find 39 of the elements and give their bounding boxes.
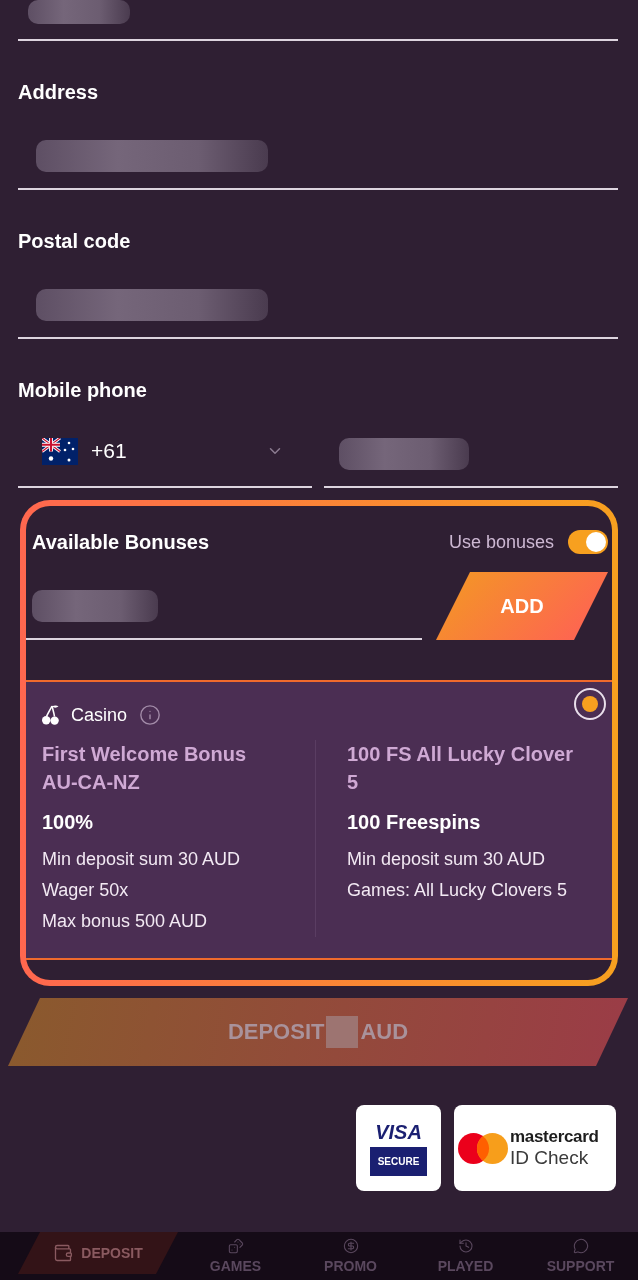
history-icon <box>457 1238 474 1254</box>
offer-amount: 100 Freespins <box>347 810 481 835</box>
offer-title: 100 FS All Lucky Clover 5 <box>347 742 574 795</box>
badge-brand: VISA <box>375 1120 422 1143</box>
field-label: Address <box>18 80 100 104</box>
nav-tab[interactable]: PLAYED <box>408 1232 523 1280</box>
badge-caption: ID Check <box>510 1147 590 1169</box>
input-field[interactable] <box>18 0 618 41</box>
nav-tab[interactable]: GAMES <box>178 1232 293 1280</box>
field-label: Mobile phone <box>18 378 148 402</box>
section-title: Available Bonuses <box>32 530 210 554</box>
offer-detail: Min deposit sum 30 AUD <box>42 848 241 871</box>
category-label: Casino <box>71 704 128 726</box>
bonus-radio[interactable] <box>574 688 606 720</box>
chat-bubble-icon <box>572 1238 589 1254</box>
bonus-card[interactable]: Casino First Welcome Bonus AU-CA-NZ 100% Min deposit sum 30 AUD Wager 50x Max bonus 500 AUD 100 FS All Lucky Clover 5 100 Freespins Min deposit sum 30 AUD Games: All Lucky Clovers 5 <box>26 680 612 960</box>
use-bonuses-toggle[interactable] <box>568 530 608 554</box>
wallet-icon <box>53 1243 74 1263</box>
country-code-select[interactable]: +61 <box>18 402 312 488</box>
toggle-label: Use bonuses <box>448 531 554 553</box>
offer-detail: Min deposit sum 30 AUD <box>347 848 546 871</box>
offer-amount: 100% <box>42 810 94 835</box>
overlapping-circles-icon <box>458 1132 508 1164</box>
add-button[interactable]: ADD <box>436 572 608 640</box>
cherries-icon <box>42 705 59 725</box>
offer-detail: Max bonus 500 AUD <box>42 910 208 933</box>
info-icon[interactable] <box>139 704 162 726</box>
badge-caption: SECURE <box>370 1146 427 1176</box>
flag-icon <box>42 437 78 465</box>
offer-detail: Games: All Lucky Clovers 5 <box>347 879 568 902</box>
nav-deposit-button[interactable]: DEPOSIT <box>18 1232 178 1274</box>
dollar-coin-icon <box>342 1238 359 1254</box>
offer-title: First Welcome Bonus AU-CA-NZ <box>42 742 248 795</box>
offer-detail: Wager 50x <box>42 879 129 902</box>
dice-icon <box>227 1238 244 1254</box>
badge-brand: mastercard <box>510 1127 599 1147</box>
field-label: Postal code <box>18 229 132 253</box>
nav-tab[interactable]: PROMO <box>293 1232 408 1280</box>
nav-tab[interactable]: SUPPORT <box>523 1232 638 1280</box>
